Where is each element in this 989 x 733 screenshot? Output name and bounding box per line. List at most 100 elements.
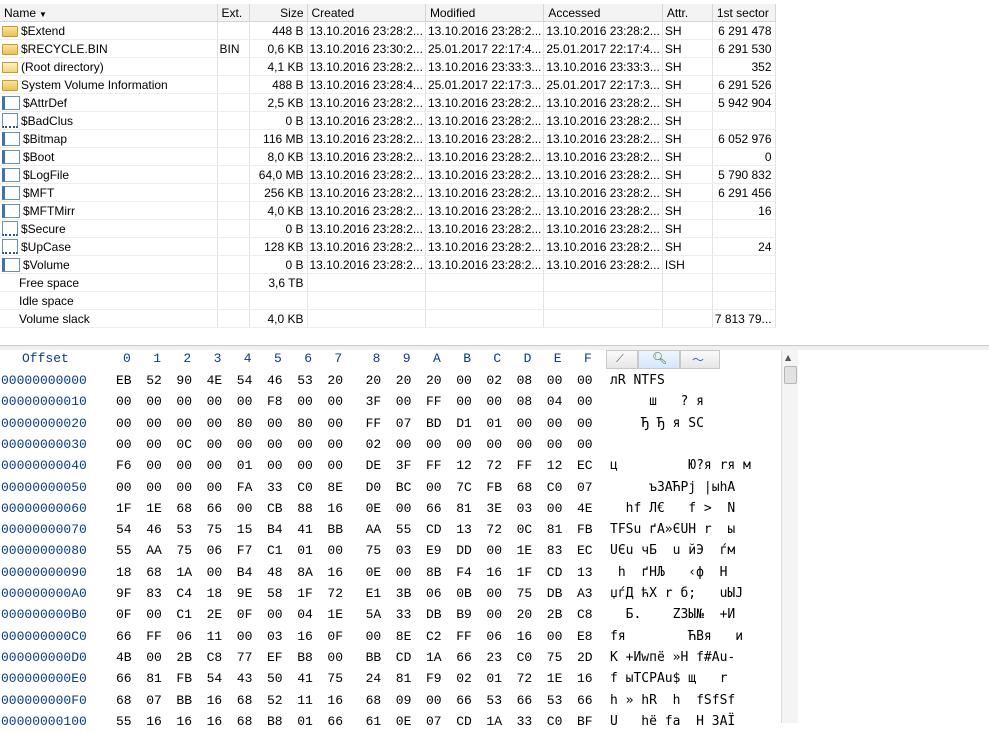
hex-text[interactable]: ъ3АЋРј |ыhА xyxy=(610,480,735,495)
hex-byte[interactable]: AA xyxy=(366,522,382,537)
file-row[interactable]: $MFT 256 KB 13.10.2016 23:28:2... 13.10.201… xyxy=(0,183,776,202)
hex-row[interactable]: 000000000E0 66 81 FB 54 43 50 41 75 24 81 F9 02 01 72 1… xyxy=(0,669,780,690)
hex-byte[interactable]: 00 xyxy=(267,458,283,473)
hex-byte[interactable]: 80 xyxy=(237,416,253,431)
hex-byte[interactable]: F9 xyxy=(426,671,442,686)
hex-byte[interactable]: F4 xyxy=(456,565,472,580)
hex-byte[interactable]: 1A xyxy=(486,714,502,729)
hex-byte[interactable]: 2E xyxy=(207,607,223,622)
hex-byte[interactable]: 66 xyxy=(116,629,132,644)
hex-byte[interactable]: 90 xyxy=(176,373,192,388)
hex-byte[interactable]: 0E xyxy=(366,501,382,516)
hex-byte[interactable]: 00 xyxy=(116,480,132,495)
hex-byte[interactable]: FF xyxy=(517,458,533,473)
hex-byte[interactable]: 58 xyxy=(267,586,283,601)
hex-byte[interactable]: 00 xyxy=(547,437,563,452)
file-row[interactable]: Free space 3,6 TB xyxy=(0,273,776,292)
file-row[interactable]: $Extend 448 B 13.10.2016 23:28:2... 13.10.2… xyxy=(0,21,776,40)
hex-byte[interactable]: BB xyxy=(366,650,382,665)
hex-byte[interactable]: 16 xyxy=(486,565,502,580)
hex-byte[interactable]: 06 xyxy=(486,629,502,644)
hex-byte[interactable]: C0 xyxy=(547,714,563,729)
hex-byte[interactable]: 16 xyxy=(327,565,343,580)
hex-byte[interactable]: CD xyxy=(396,650,412,665)
file-row[interactable]: $LogFile 64,0 MB 13.10.2016 23:28:2... 13.1… xyxy=(0,165,776,184)
file-row[interactable]: System Volume Information 488 B 13.10.2016… xyxy=(0,75,776,94)
hex-byte[interactable]: 00 xyxy=(237,437,253,452)
hex-byte[interactable]: 3B xyxy=(396,586,412,601)
hex-byte[interactable]: 55 xyxy=(116,714,132,729)
hex-byte[interactable]: 00 xyxy=(146,458,162,473)
hex-byte[interactable]: 66 xyxy=(116,671,132,686)
hex-byte[interactable]: 75 xyxy=(327,671,343,686)
hex-byte[interactable]: C1 xyxy=(176,607,192,622)
file-row[interactable]: Volume slack 4,0 KB 7 813 79... xyxy=(0,309,776,328)
hex-byte[interactable]: 00 xyxy=(207,458,223,473)
hex-byte[interactable]: 00 xyxy=(327,458,343,473)
hex-byte[interactable]: 06 xyxy=(426,586,442,601)
hex-byte[interactable]: 2B xyxy=(547,607,563,622)
hex-byte[interactable]: 66 xyxy=(426,501,442,516)
hex-byte[interactable]: 41 xyxy=(297,522,313,537)
hex-byte[interactable]: 1F xyxy=(517,565,533,580)
hex-byte[interactable]: FB xyxy=(486,480,502,495)
hex-byte[interactable]: DB xyxy=(426,607,442,622)
hex-byte[interactable]: 46 xyxy=(146,522,162,537)
file-row[interactable]: $Bitmap 116 MB 13.10.2016 23:28:2... 13.10.… xyxy=(0,129,776,148)
hex-byte[interactable]: BB xyxy=(176,693,192,708)
hex-byte[interactable]: 00 xyxy=(396,501,412,516)
hex-byte[interactable]: 4E xyxy=(207,373,223,388)
hex-byte[interactable]: E1 xyxy=(366,586,382,601)
hex-byte[interactable]: 00 xyxy=(146,650,162,665)
column-header-name[interactable]: Name ▼ xyxy=(0,4,218,22)
hex-byte[interactable]: 46 xyxy=(267,373,283,388)
hex-byte[interactable]: 33 xyxy=(396,607,412,622)
hex-byte[interactable]: 00 xyxy=(267,437,283,452)
hex-byte[interactable]: 00 xyxy=(116,416,132,431)
file-row[interactable]: (Root directory) 4,1 KB 13.10.2016 23:28:2… xyxy=(0,57,776,76)
hex-byte[interactable]: 07 xyxy=(577,480,593,495)
hex-row[interactable]: 00000000070 54 46 53 75 15 B4 41 BB AA 55 CD 13 72 0C 8… xyxy=(0,520,780,541)
hex-byte[interactable]: 61 xyxy=(366,714,382,729)
hex-byte[interactable]: 54 xyxy=(116,522,132,537)
hex-byte[interactable]: 00 xyxy=(426,693,442,708)
hex-byte[interactable]: 00 xyxy=(146,416,162,431)
hex-byte[interactable]: BB xyxy=(327,522,343,537)
hex-byte[interactable]: 66 xyxy=(517,693,533,708)
hex-byte[interactable]: 2D xyxy=(577,650,593,665)
hex-byte[interactable]: 66 xyxy=(327,714,343,729)
hex-byte[interactable]: 00 xyxy=(577,416,593,431)
hex-byte[interactable]: EB xyxy=(116,373,132,388)
hex-text[interactable]: K +Иwпё »Н f#Аu- xyxy=(610,650,735,665)
hex-byte[interactable]: 9F xyxy=(116,586,132,601)
hex-byte[interactable]: 0E xyxy=(396,714,412,729)
column-header-size[interactable]: Size xyxy=(249,4,308,22)
hex-byte[interactable]: 53 xyxy=(176,522,192,537)
hex-byte[interactable]: 1E xyxy=(146,501,162,516)
hex-byte[interactable]: 07 xyxy=(426,714,442,729)
hex-byte[interactable]: 20 xyxy=(396,373,412,388)
file-row[interactable]: $UpCase 128 KB 13.10.2016 23:28:2... 13.10.… xyxy=(0,237,776,256)
hex-byte[interactable]: 15 xyxy=(237,522,253,537)
hex-byte[interactable]: 77 xyxy=(237,650,253,665)
hex-byte[interactable]: 72 xyxy=(486,458,502,473)
hex-row[interactable]: 00000000090 18 68 1A 00 B4 48 8A 16 0E 00 8B F4 16 1F C… xyxy=(0,563,780,584)
hex-text[interactable]: hf Л€ f > N xyxy=(610,501,736,516)
hex-row[interactable]: 00000000010 00 00 00 00 00 F8 00 00 3F 00 FF 00 00 08 0… xyxy=(0,392,780,413)
hex-text[interactable]: ц Ю?я rя м xyxy=(610,458,751,473)
hex-byte[interactable]: 02 xyxy=(366,437,382,452)
hex-byte[interactable]: 1F xyxy=(116,501,132,516)
hex-row[interactable]: 000000000B0 0F 00 C1 2E 0F 00 04 1E 5A 33 DB B9 00 20 2… xyxy=(0,605,780,626)
hex-byte[interactable]: 00 xyxy=(297,458,313,473)
hex-byte[interactable]: 0B xyxy=(456,586,472,601)
hex-byte[interactable]: 00 xyxy=(207,394,223,409)
hex-byte[interactable]: D1 xyxy=(456,416,472,431)
hex-byte[interactable]: CD xyxy=(547,565,563,580)
hex-byte[interactable]: 43 xyxy=(237,671,253,686)
scroll-up-arrow-icon[interactable]: ▲ xyxy=(785,353,791,362)
hex-byte[interactable]: 3F xyxy=(366,394,382,409)
hex-byte[interactable]: FF xyxy=(426,458,442,473)
scroll-thumb[interactable] xyxy=(784,366,797,384)
hex-byte[interactable]: 81 xyxy=(146,671,162,686)
hex-byte[interactable]: 00 xyxy=(547,373,563,388)
